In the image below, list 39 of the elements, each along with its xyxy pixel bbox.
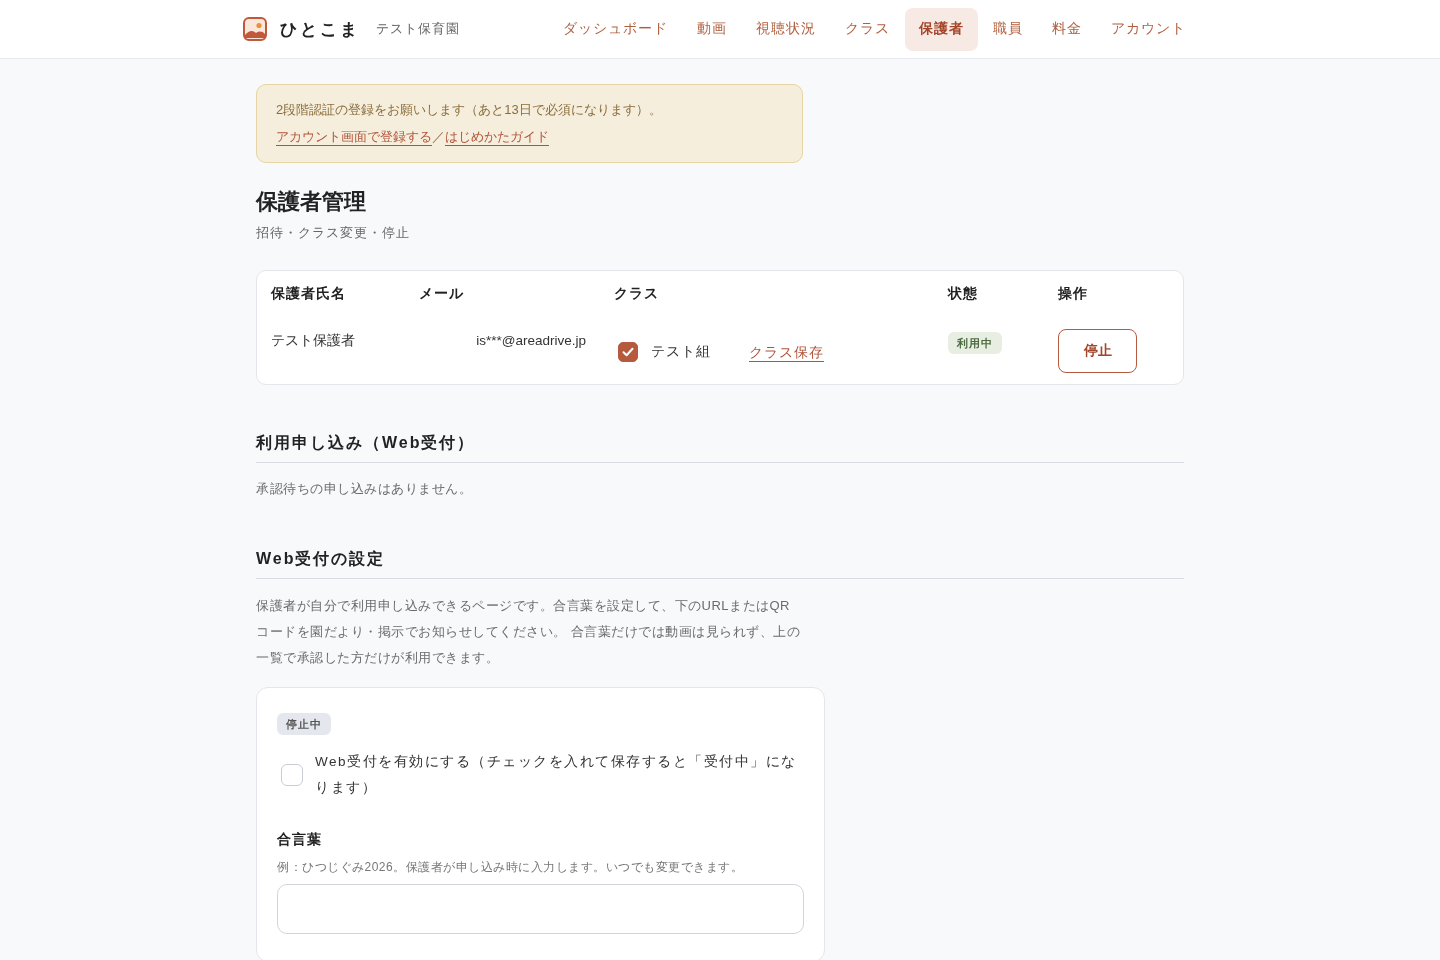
description-text: 保護者が自分で利用申し込みできるページです。合言葉を設定して、下のURLまたはQRコードを園だより・掲示でお知らせしてください。 合言葉だけでは動画は見られず、上の一覧で承認した方だけが利用できます。 [256, 597, 801, 667]
nav-tab[interactable]: 料金 [1038, 7, 1096, 51]
guide-link[interactable]: はじめかたガイド [445, 129, 549, 144]
nav-tab[interactable]: アカウント [1097, 7, 1200, 51]
account-settings-link[interactable]: アカウント画面で登録する [276, 129, 432, 144]
status-badge: 停止中 [277, 713, 331, 735]
nav-tab[interactable]: 視聴状況 [742, 7, 830, 51]
column-header: 保護者氏名 [271, 285, 347, 303]
status-badge: 利用中 [948, 332, 1002, 354]
nav-tab[interactable]: 保護者 [905, 7, 978, 51]
app-name: ひとこま [280, 18, 360, 41]
guardian-email: is***@areadrive.jp [475, 332, 587, 350]
field-hint: 例：ひつじぐみ2026。保護者が申し込み時に入力します。いつでも変更できます。 [277, 859, 745, 876]
page-subtitle: 招待・クラス変更・停止 [256, 224, 411, 242]
empty-message: 承認待ちの申し込みはありません。 [256, 480, 473, 498]
class-checkbox[interactable] [618, 342, 638, 362]
check-icon [622, 347, 634, 357]
class-label: テスト組 [651, 343, 711, 361]
notice-text: 2段階認証の登録をお願いします（あと13日で必須になります）。 アカウント画面で登録する／はじめかたガイド [276, 101, 663, 146]
page-title: 保護者管理 [256, 188, 367, 216]
column-header: 操作 [1058, 285, 1089, 303]
section-heading: Web受付の設定 [256, 547, 1184, 579]
section-heading: 利用申し込み（Web受付） [256, 431, 1184, 463]
passphrase-field[interactable] [277, 884, 804, 934]
picture-icon [243, 17, 267, 41]
nav-tab[interactable]: 動画 [683, 7, 741, 51]
nav-tab[interactable]: 職員 [979, 7, 1037, 51]
enable-label: Web受付を有効にする（チェックを入れて保存すると「受付中」になります） [315, 753, 798, 797]
column-header: 状態 [948, 285, 979, 303]
organization-name: テスト保育園 [376, 20, 460, 38]
enable-checkbox[interactable] [281, 764, 303, 786]
column-header: メール [419, 285, 465, 303]
nav-tab[interactable]: クラス [831, 7, 904, 51]
save-class-link[interactable]: クラス保存 [749, 343, 824, 363]
column-header: クラス [614, 285, 660, 303]
stop-button[interactable]: 停止 [1058, 329, 1137, 373]
guardian-name: テスト保護者 [271, 332, 356, 350]
field-label: 合言葉 [277, 830, 323, 849]
nav-tab[interactable]: ダッシュボード [549, 7, 682, 51]
